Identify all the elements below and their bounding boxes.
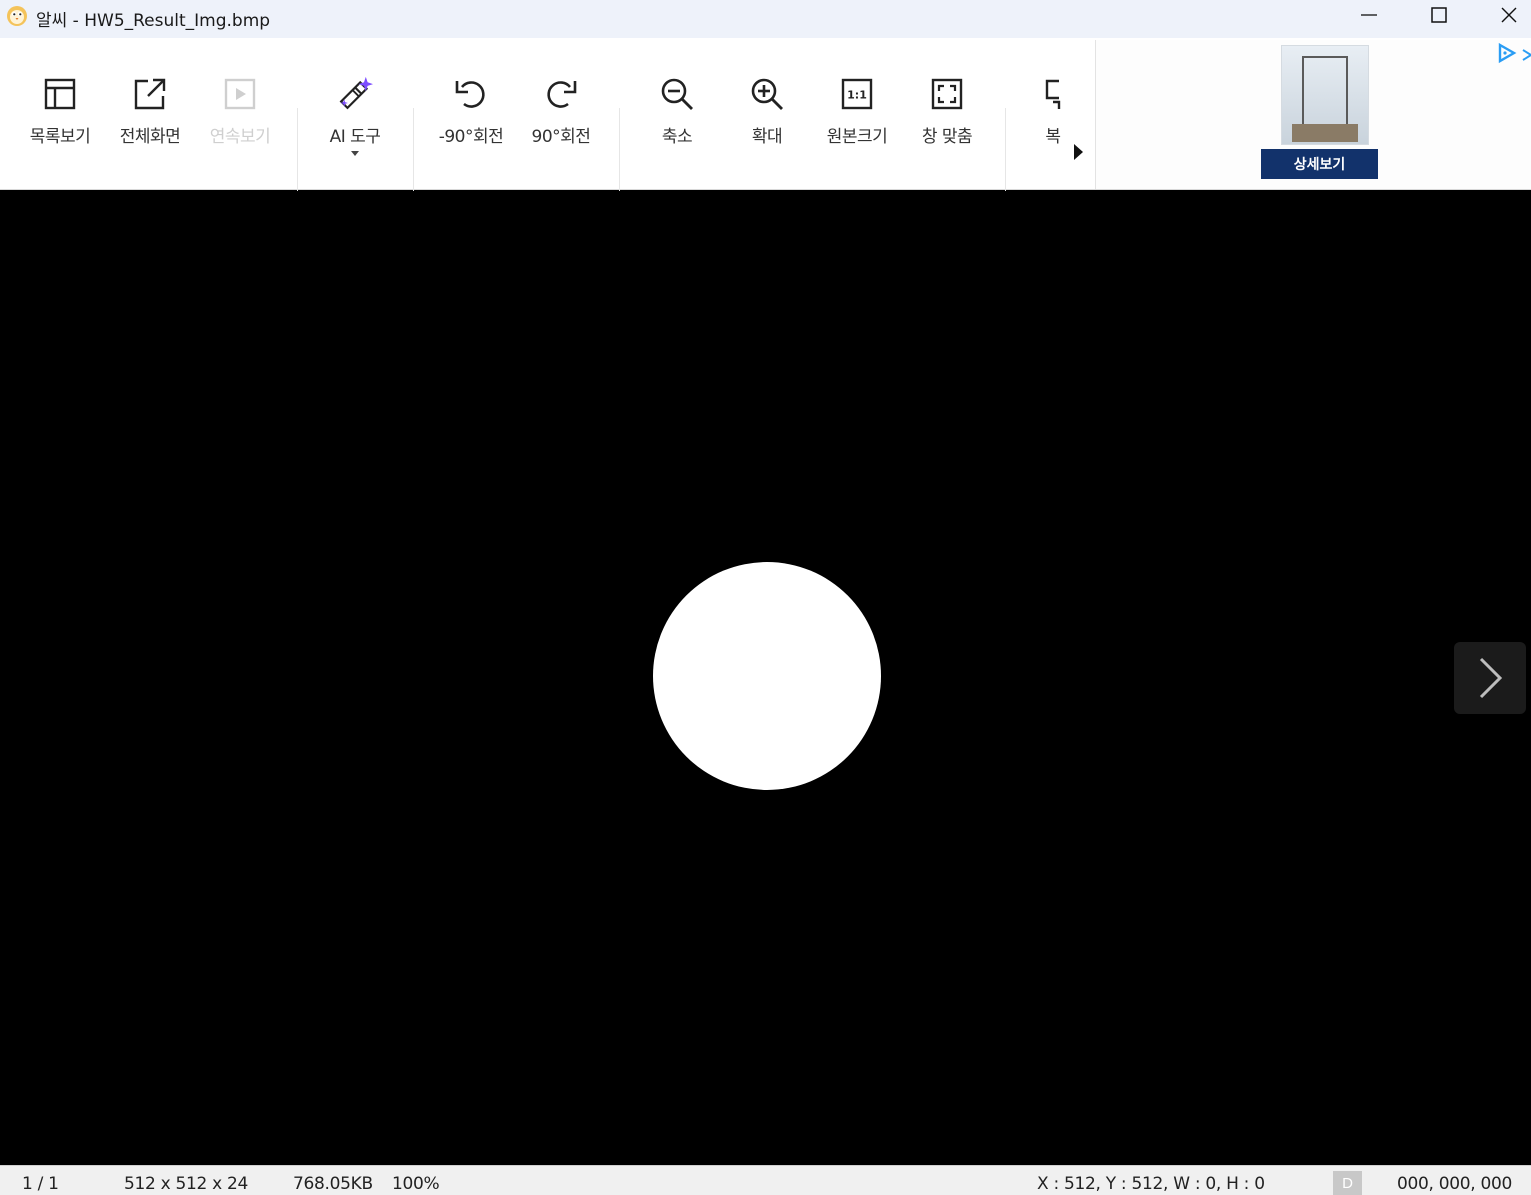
status-bar: 1 / 1 512 x 512 x 24 768.05KB 100% X : 5…: [0, 1165, 1531, 1195]
page-indicator: 1 / 1: [22, 1174, 59, 1194]
adchoices-icon[interactable]: [1496, 42, 1518, 64]
rotate-left-button[interactable]: -90°회전: [426, 76, 516, 156]
toolbar-divider: [413, 108, 414, 200]
fullscreen-label: 전체화면: [119, 127, 181, 147]
list-view-icon: [44, 78, 76, 110]
slideshow-button[interactable]: 연속보기: [195, 76, 285, 156]
rotate-right-button[interactable]: 90°회전: [516, 76, 606, 156]
close-icon: [1501, 7, 1517, 23]
slideshow-label: 연속보기: [209, 127, 271, 147]
pixel-color-value: 000, 000, 000: [1397, 1174, 1513, 1194]
zoom-level: 100%: [392, 1174, 440, 1194]
close-window-button[interactable]: [1474, 0, 1531, 30]
image-dimensions: 512 x 512 x 24: [124, 1174, 249, 1194]
alsee-app-icon: [7, 6, 27, 26]
rotate-left-icon: [455, 81, 485, 108]
title-bar: 알씨 - HW5_Result_Img.bmp: [0, 0, 1531, 38]
copy-label: 복: [1045, 127, 1061, 147]
displayed-image-circle: [653, 562, 881, 790]
copy-button[interactable]: 복: [1010, 76, 1096, 156]
close-icon[interactable]: [1521, 48, 1531, 62]
zoom-out-label: 축소: [661, 127, 693, 147]
zoom-in-icon: [751, 78, 783, 110]
ai-tools-label: AI 도구: [329, 127, 381, 147]
rotate-right-label: 90°회전: [531, 127, 591, 147]
toolbar-divider: [619, 108, 620, 200]
original-size-label: 원본크기: [826, 127, 888, 147]
cursor-position: X : 512, Y : 512, W : 0, H : 0: [1037, 1174, 1265, 1194]
slideshow-icon: [224, 78, 256, 110]
fit-window-label: 창 맞춤: [921, 127, 973, 147]
rotate-right-icon: [547, 81, 577, 108]
maximize-icon: [1431, 7, 1447, 23]
original-size-icon: 1:1: [841, 78, 873, 110]
zoom-out-button[interactable]: 축소: [632, 76, 722, 156]
ad-detail-button[interactable]: 상세보기: [1261, 149, 1378, 179]
more-arrow-icon[interactable]: [1074, 144, 1083, 160]
zoom-out-icon: [661, 78, 693, 110]
list-view-label: 목록보기: [29, 127, 91, 147]
next-image-button[interactable]: [1454, 642, 1526, 714]
ad-banner[interactable]: 상세보기: [1095, 40, 1531, 189]
chevron-right-icon: [1479, 657, 1503, 699]
d-badge: D: [1333, 1171, 1362, 1195]
image-canvas[interactable]: [0, 191, 1531, 1165]
rotate-left-label: -90°회전: [438, 127, 504, 147]
original-size-button[interactable]: 1:1 원본크기: [812, 76, 902, 156]
fullscreen-button[interactable]: 전체화면: [105, 76, 195, 156]
fit-window-button[interactable]: 창 맞춤: [902, 76, 992, 156]
zoom-in-label: 확대: [751, 127, 783, 147]
copy-icon: [1045, 79, 1061, 109]
minimize-button[interactable]: [1334, 0, 1404, 30]
shelf-shape: [1292, 124, 1358, 142]
zoom-in-button[interactable]: 확대: [722, 76, 812, 156]
fit-window-icon: [931, 78, 963, 110]
window-title: 알씨 - HW5_Result_Img.bmp: [36, 11, 271, 31]
ai-tools-button[interactable]: AI 도구: [310, 76, 400, 156]
clothes-rack-shape: [1302, 56, 1348, 126]
dropdown-caret-icon: [351, 151, 359, 156]
minimize-icon: [1361, 14, 1377, 16]
file-size: 768.05KB: [293, 1174, 373, 1194]
list-view-button[interactable]: 목록보기: [15, 76, 105, 156]
ad-product-image[interactable]: [1281, 45, 1369, 145]
toolbar-divider: [1005, 108, 1006, 200]
ai-magic-wand-icon: [339, 76, 373, 110]
toolbar-divider: [297, 108, 298, 200]
original-size-icon-text: 1:1: [847, 89, 867, 102]
maximize-button[interactable]: [1404, 0, 1474, 30]
fullscreen-icon: [134, 78, 166, 110]
